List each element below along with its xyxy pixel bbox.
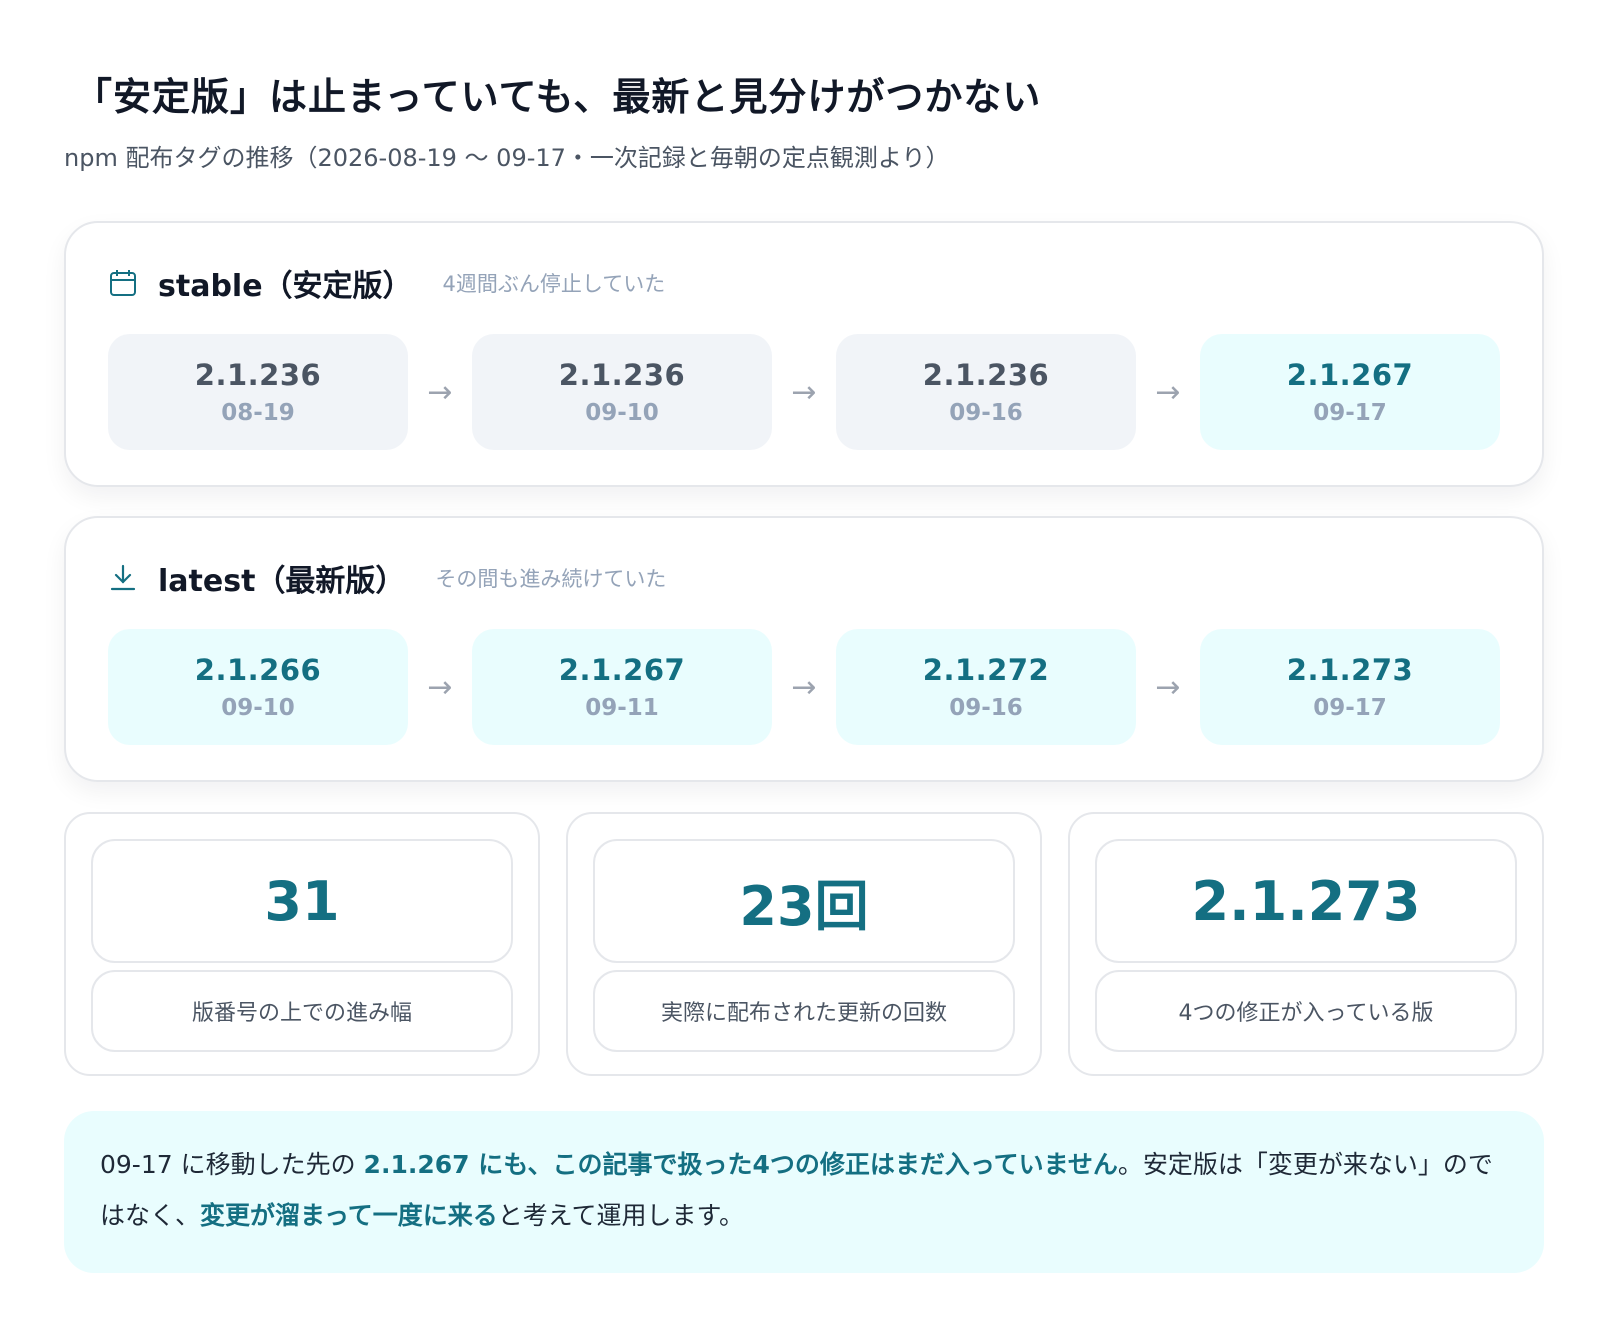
version-number: 2.1.236 [194, 358, 322, 392]
latest-card-note: その間も進み続けていた [435, 567, 667, 591]
stat-value: 23回 [593, 839, 1015, 963]
version-date: 09-16 [949, 400, 1023, 426]
latest-timeline: 2.1.266 09-10 → 2.1.267 09-11 → 2.1.272 … [108, 629, 1500, 745]
version-number: 2.1.236 [558, 358, 686, 392]
page-subtitle: npm 配布タグの推移（2026-08-19 〜 09-17・一次記録と毎朝の定… [64, 144, 950, 172]
arrow-right-icon: → [427, 669, 453, 705]
version-chip: 2.1.272 09-16 [836, 629, 1136, 745]
latest-card-header: latest（最新版） その間も進み続けていた [108, 556, 666, 600]
version-chip: 2.1.267 09-11 [472, 629, 772, 745]
version-date: 08-19 [221, 400, 295, 426]
stable-card-note: 4週間ぶん停止していた [442, 272, 666, 296]
latest-tag-card: latest（最新版） その間も進み続けていた 2.1.266 09-10 → … [64, 516, 1544, 782]
download-icon [108, 561, 142, 595]
callout-text: と考えて運用します。 [497, 1201, 745, 1230]
version-chip: 2.1.236 08-19 [108, 334, 408, 450]
version-number: 2.1.236 [922, 358, 1050, 392]
calendar-icon [108, 266, 142, 300]
arrow-right-icon: → [427, 374, 453, 410]
version-date: 09-10 [585, 400, 659, 426]
version-date: 09-16 [949, 695, 1023, 721]
version-chip: 2.1.273 09-17 [1200, 629, 1500, 745]
version-date: 09-10 [221, 695, 295, 721]
stat-label: 4つの修正が入っている版 [1095, 970, 1517, 1052]
stable-timeline: 2.1.236 08-19 → 2.1.236 09-10 → 2.1.236 … [108, 334, 1500, 450]
version-number: 2.1.267 [558, 653, 686, 687]
version-date: 09-17 [1313, 400, 1387, 426]
summary-callout: 09-17 に移動した先の 2.1.267 にも、この記事で扱った4つの修正はま… [64, 1111, 1544, 1273]
version-number: 2.1.273 [1286, 653, 1414, 687]
version-chip: 2.1.236 09-16 [836, 334, 1136, 450]
stable-card-title: stable（安定版） [158, 269, 413, 304]
version-number: 2.1.267 [1286, 358, 1414, 392]
stat-card-version-gap: 31 版番号の上での進み幅 [64, 812, 540, 1076]
page-title: 「安定版」は止まっていても、最新と見分けがつかない [74, 75, 1042, 119]
arrow-right-icon: → [1155, 669, 1181, 705]
stat-card-release-count: 23回 実際に配布された更新の回数 [566, 812, 1042, 1076]
callout-highlight: 変更が溜まって一度に来る [200, 1201, 498, 1230]
version-chip: 2.1.236 09-10 [472, 334, 772, 450]
stat-value: 31 [91, 839, 513, 963]
stable-card-header: stable（安定版） 4週間ぶん停止していた [108, 261, 665, 305]
version-number: 2.1.266 [194, 653, 322, 687]
version-date: 09-17 [1313, 695, 1387, 721]
arrow-right-icon: → [791, 374, 817, 410]
latest-card-title: latest（最新版） [158, 564, 406, 599]
arrow-right-icon: → [1155, 374, 1181, 410]
version-number: 2.1.272 [922, 653, 1050, 687]
callout-text: 09-17 に移動した先の [100, 1150, 364, 1179]
stable-tag-card: stable（安定版） 4週間ぶん停止していた 2.1.236 08-19 → … [64, 221, 1544, 487]
stat-value: 2.1.273 [1095, 839, 1517, 963]
version-chip: 2.1.267 09-17 [1200, 334, 1500, 450]
version-chip: 2.1.266 09-10 [108, 629, 408, 745]
stat-label: 版番号の上での進み幅 [91, 970, 513, 1052]
stat-label: 実際に配布された更新の回数 [593, 970, 1015, 1052]
arrow-right-icon: → [791, 669, 817, 705]
callout-highlight: 2.1.267 にも、この記事で扱った4つの修正はまだ入っていません [363, 1150, 1118, 1179]
stat-card-fixed-version: 2.1.273 4つの修正が入っている版 [1068, 812, 1544, 1076]
version-date: 09-11 [585, 695, 659, 721]
